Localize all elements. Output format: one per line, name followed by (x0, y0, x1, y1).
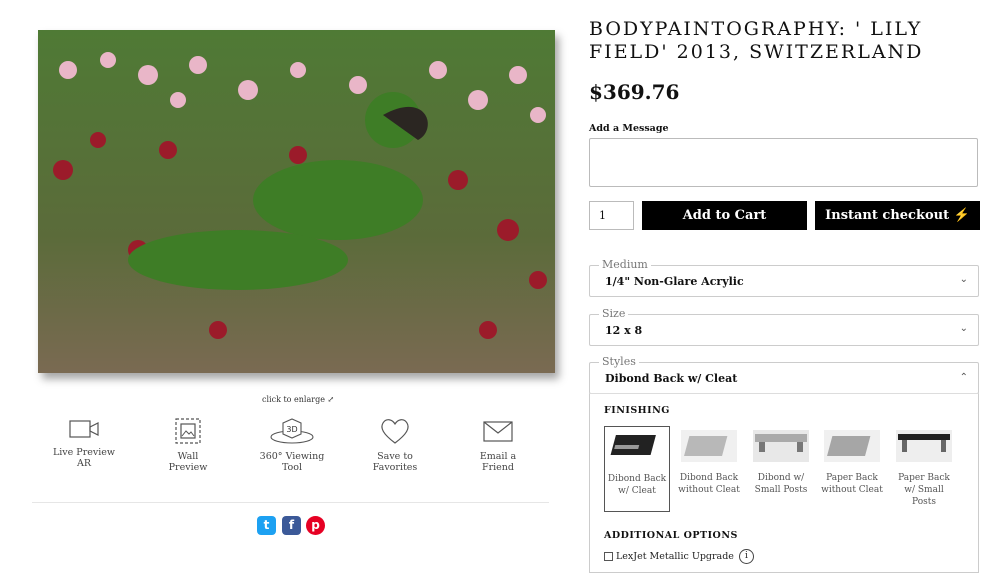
product-title: BODYPAINTOGRAPHY: ' LILY FIELD' 2013, SW… (589, 18, 924, 63)
finishing-heading: FINISHING (604, 405, 670, 416)
chevron-down-icon: ⌄ (959, 323, 968, 334)
lexjet-label: LexJet Metallic Upgrade (616, 551, 734, 562)
dibond-cleat-swatch (610, 435, 656, 455)
size-value: 12 x 8 (605, 324, 643, 337)
quantity-input[interactable]: 1 (589, 201, 634, 230)
tool-label: 360° Viewing Tool (259, 451, 325, 473)
paper-posts-swatch (896, 430, 952, 462)
finish-option-paper-no-cleat[interactable]: Paper Back without Cleat (820, 426, 884, 496)
tool-label: Email a Friend (479, 451, 517, 473)
size-select[interactable]: Size 12 x 8 ⌄ (589, 307, 979, 346)
svg-text:3D: 3D (286, 425, 297, 434)
email-a-friend-button[interactable]: Email a Friend (466, 417, 530, 473)
chevron-down-icon: ⌄ (959, 274, 968, 285)
chevron-up-icon: ⌃ (959, 372, 968, 383)
info-icon[interactable]: i (738, 549, 754, 564)
additional-options-heading: ADDITIONAL OPTIONS (604, 530, 738, 541)
add-to-cart-button[interactable]: Add to Cart (642, 201, 807, 230)
styles-value: Dibond Back w/ Cleat (605, 372, 738, 385)
finish-option-paper-posts[interactable]: Paper Back w/ Small Posts (892, 426, 956, 508)
wall-frame-icon (175, 418, 201, 444)
heart-icon (381, 419, 409, 444)
product-image[interactable] (38, 30, 555, 373)
message-label: Add a Message (589, 123, 669, 134)
instant-checkout-button[interactable]: Instant checkout ⚡ (815, 201, 980, 230)
save-to-favorites-button[interactable]: Save to Favorites (358, 417, 432, 473)
styles-label: Styles (599, 355, 639, 368)
pinterest-icon[interactable]: p (306, 516, 325, 535)
3d-cube-icon: 3D (270, 418, 314, 444)
360-viewing-tool-button[interactable]: 3D 360° Viewing Tool (252, 417, 332, 473)
dibond-posts-swatch (753, 430, 809, 462)
facebook-icon[interactable]: f (282, 516, 301, 535)
dibond-no-cleat-swatch (681, 430, 737, 462)
paper-no-cleat-swatch (824, 430, 880, 462)
camera-icon (69, 420, 99, 438)
wall-preview-button[interactable]: Wall Preview (160, 417, 216, 473)
product-photo[interactable] (38, 30, 555, 373)
size-label: Size (599, 307, 629, 320)
finish-option-dibond-no-cleat[interactable]: Dibond Back without Cleat (677, 426, 741, 496)
medium-select[interactable]: Medium 1/4" Non-Glare Acrylic ⌄ (589, 258, 979, 297)
lexjet-option[interactable]: LexJet Metallic Upgrade i (604, 549, 754, 564)
envelope-icon (483, 421, 513, 442)
medium-label: Medium (599, 258, 651, 271)
twitter-icon[interactable]: t (257, 516, 276, 535)
tool-label: Live Preview AR (52, 447, 116, 469)
live-preview-ar-button[interactable]: Live Preview AR (50, 417, 118, 469)
styles-select[interactable]: Styles Dibond Back w/ Cleat ⌃ (589, 355, 979, 394)
divider (32, 502, 549, 503)
message-textarea[interactable] (589, 138, 978, 187)
enlarge-link[interactable]: click to enlarge ⤢ (262, 395, 334, 404)
lexjet-checkbox[interactable] (604, 552, 613, 561)
tool-label: Save to Favorites (372, 451, 418, 473)
product-price: $369.76 (589, 80, 680, 104)
finish-option-dibond-posts[interactable]: Dibond w/ Small Posts (749, 426, 813, 496)
medium-value: 1/4" Non-Glare Acrylic (605, 275, 744, 288)
tool-label: Wall Preview (168, 451, 208, 473)
finish-option-dibond-cleat[interactable]: Dibond Back w/ Cleat (604, 426, 670, 512)
